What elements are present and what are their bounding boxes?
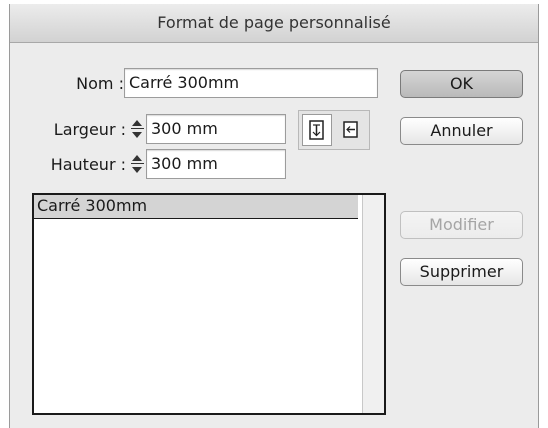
ok-button[interactable]: OK <box>400 70 523 98</box>
orientation-toggle <box>298 110 370 150</box>
delete-button[interactable]: Supprimer <box>400 258 523 286</box>
dialog-title: Format de page personnalisé <box>10 4 538 43</box>
portrait-orientation-icon <box>309 120 324 140</box>
stepper-up-icon[interactable] <box>132 120 142 126</box>
height-stepper[interactable] <box>130 151 144 177</box>
custom-page-size-dialog: Format de page personnalisé Nom : Carré … <box>9 4 539 428</box>
modify-button[interactable]: Modifier <box>400 211 523 239</box>
stepper-divider <box>131 163 144 164</box>
presets-list[interactable]: Carré 300mm <box>32 193 386 415</box>
stepper-divider <box>131 128 144 129</box>
portrait-button[interactable] <box>302 114 332 146</box>
width-field[interactable]: 300 mm <box>146 114 286 144</box>
name-label: Nom : <box>76 74 124 93</box>
landscape-orientation-icon <box>343 121 358 138</box>
height-field[interactable]: 300 mm <box>146 149 286 179</box>
name-field[interactable]: Carré 300mm <box>124 68 378 98</box>
stepper-down-icon[interactable] <box>132 167 142 173</box>
landscape-button[interactable] <box>336 114 366 146</box>
height-label: Hauteur : <box>50 155 126 174</box>
list-scrollbar[interactable] <box>362 195 384 413</box>
stepper-down-icon[interactable] <box>132 132 142 138</box>
stepper-up-icon[interactable] <box>132 155 142 161</box>
width-stepper[interactable] <box>130 116 144 142</box>
list-item[interactable]: Carré 300mm <box>34 195 358 219</box>
cancel-button[interactable]: Annuler <box>400 117 523 145</box>
width-label: Largeur : <box>53 120 126 139</box>
